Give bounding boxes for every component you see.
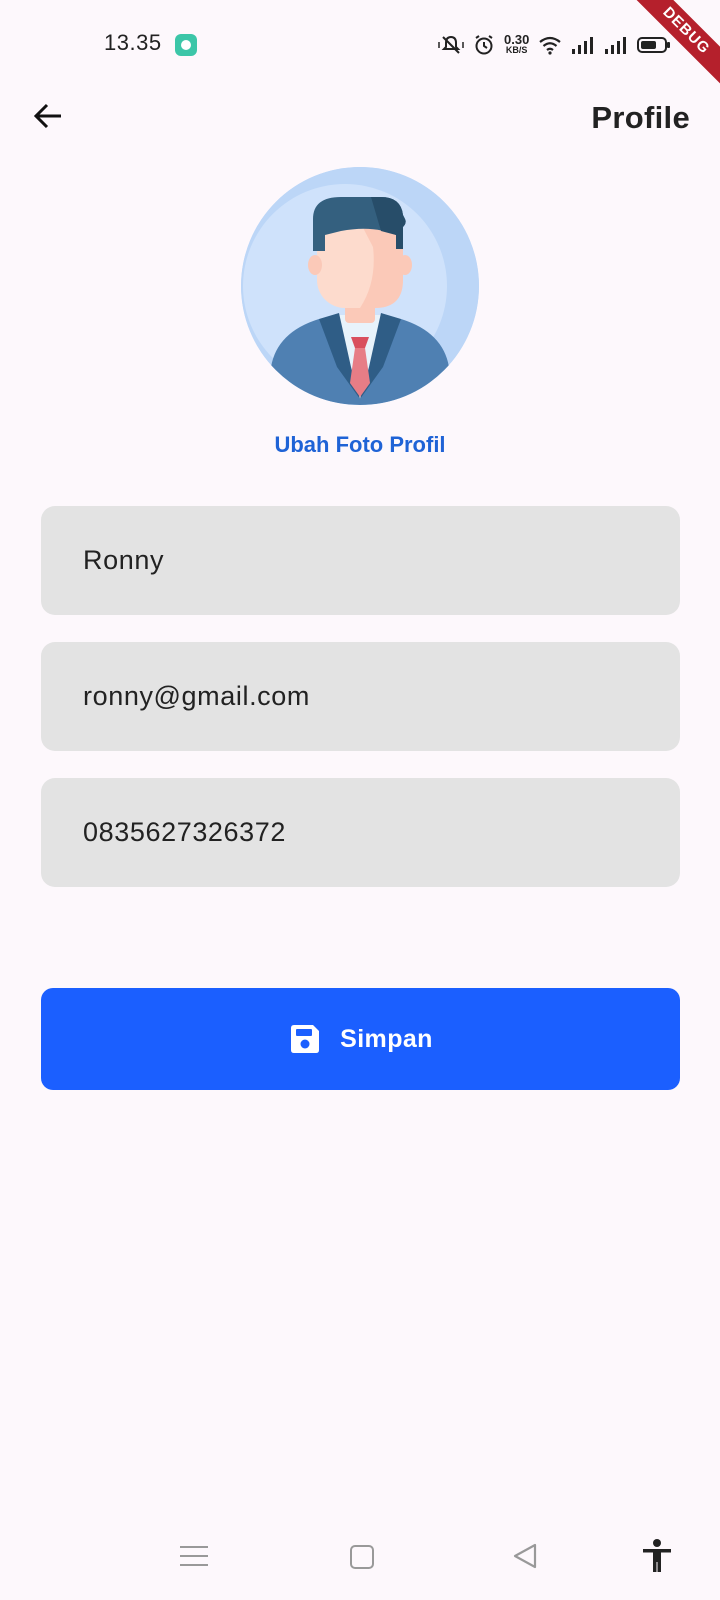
wifi-icon (539, 36, 561, 55)
network-speed: 0.30 KB/S (504, 32, 530, 56)
name-field[interactable]: Ronny (41, 506, 680, 615)
change-photo-link[interactable]: Ubah Foto Profil (0, 432, 720, 458)
network-speed-value: 0.30 (504, 32, 530, 47)
email-field[interactable]: ronny@gmail.com (41, 642, 680, 751)
status-time: 13.35 (104, 30, 162, 55)
businessman-avatar-icon (241, 167, 479, 405)
menu-icon[interactable] (180, 1542, 208, 1570)
battery-icon (637, 37, 671, 53)
page-title: Profile (591, 100, 690, 135)
signal-icon-sim1 (572, 37, 594, 54)
accessibility-icon[interactable] (640, 1538, 674, 1574)
system-nav-bar (0, 1524, 720, 1600)
home-icon[interactable] (350, 1545, 374, 1569)
status-bar: 13.35 0.30 KB/S DEBUG (0, 0, 720, 97)
save-icon (291, 1025, 320, 1053)
save-button[interactable]: Simpan (41, 988, 680, 1090)
arrow-back-icon (33, 103, 61, 129)
app-bar: Profile (0, 90, 720, 150)
status-icons: 0.30 KB/S (438, 32, 671, 58)
network-speed-unit: KB/S (505, 45, 528, 55)
chat-notification-icon (175, 34, 197, 56)
alarm-icon (475, 35, 493, 55)
profile-screen: 13.35 0.30 KB/S DEBUG Profile Ubah Foto … (0, 0, 720, 1600)
back-icon[interactable] (512, 1542, 538, 1570)
save-button-label: Simpan (340, 1024, 433, 1053)
profile-avatar[interactable] (241, 167, 479, 405)
signal-icon-sim2 (605, 37, 627, 54)
phone-field[interactable]: 0835627326372 (41, 778, 680, 887)
back-button[interactable] (26, 94, 70, 138)
mute-vibrate-icon (438, 35, 464, 54)
